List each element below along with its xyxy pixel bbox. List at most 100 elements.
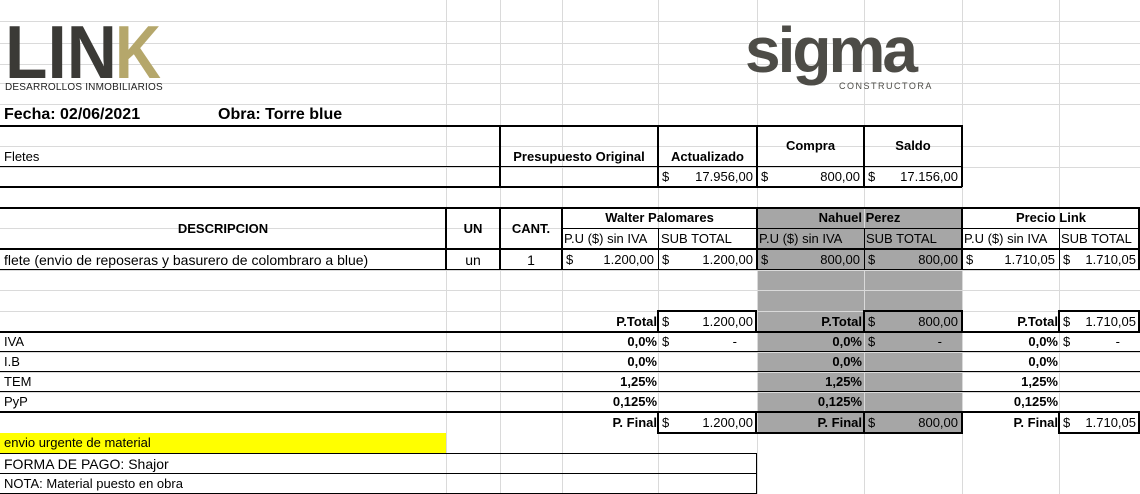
border (0, 331, 1140, 333)
border (562, 228, 1140, 229)
border (863, 411, 865, 434)
currency-symbol: $ (868, 169, 876, 184)
ib-label: I.B (4, 354, 20, 369)
nahuel-ptotal-amount: 800,00 (918, 314, 958, 329)
sigma-logo-word: sigma (745, 14, 918, 86)
nahuel-tem-rate: 1,25% (825, 374, 862, 389)
compra-value: $ 800,00 (757, 168, 864, 186)
tem-label: TEM (4, 374, 32, 389)
border (658, 229, 659, 270)
border (0, 125, 962, 127)
urgent-note: envio urgente de material (4, 435, 151, 450)
currency-symbol: $ (966, 252, 974, 267)
border (0, 351, 1140, 352)
walter-pfinal-value: $ 1.200,00 (658, 414, 757, 432)
currency-symbol: $ (662, 415, 670, 430)
border (961, 411, 963, 434)
currency-symbol: $ (868, 252, 876, 267)
saldo-header: Saldo (895, 138, 931, 153)
link-ptotal-label: P.Total (1017, 314, 1058, 329)
border (756, 453, 757, 494)
sigma-logo-subtitle: CONSTRUCTORA (839, 81, 933, 91)
link-pu-amount: 1.710,05 (1004, 252, 1055, 267)
actualizado-header: Actualizado (671, 149, 744, 164)
descripcion-header: DESCRIPCION (177, 221, 269, 236)
border (657, 310, 659, 332)
border (863, 310, 865, 332)
border (1058, 432, 1140, 434)
border (500, 166, 962, 167)
walter-pu-value: $ 1.200,00 (562, 251, 658, 269)
link-iva-rate: 0,0% (1028, 334, 1058, 349)
border (863, 125, 865, 187)
link-logo-subtitle: DESARROLLOS INMOBILIARIOS (5, 82, 163, 93)
border (0, 453, 757, 454)
nota-note: NOTA: Material puesto en obra (4, 476, 183, 491)
walter-ptotal-label: P.Total (616, 314, 657, 329)
currency-symbol: $ (662, 169, 670, 184)
currency-symbol: $ (662, 314, 670, 329)
nahuel-iva-value: $ - (864, 333, 962, 351)
cant-header: CANT. (511, 221, 551, 236)
link-pfinal-label: P. Final (1013, 415, 1058, 430)
nahuel-iva-dash: - (937, 334, 942, 349)
actualizado-value: $ 17.956,00 (658, 168, 757, 186)
nahuel-iva-rate: 0,0% (832, 334, 862, 349)
walter-ib-rate: 0,0% (627, 354, 657, 369)
walter-subtotal-amount: 1.200,00 (702, 252, 753, 267)
border (657, 310, 757, 312)
supplier-link: Precio Link (1015, 210, 1087, 225)
link-pyp-rate: 0,125% (1013, 394, 1058, 409)
walter-pfinal-amount: 1.200,00 (702, 415, 753, 430)
presupuesto-original-header: Presupuesto Original (513, 149, 645, 164)
link-ptotal-amount: 1.710,05 (1085, 314, 1136, 329)
link-pu-header: P.U ($) sin IVA (964, 231, 1048, 246)
nahuel-pu-value: $ 800,00 (757, 251, 864, 269)
nahuel-pfinal-amount: 800,00 (918, 415, 958, 430)
border (863, 310, 963, 312)
border (756, 207, 758, 270)
link-pfinal-value: $ 1.710,05 (1059, 414, 1140, 432)
grid-h (0, 43, 1140, 44)
grid-h (0, 290, 1140, 291)
currency-symbol: $ (1063, 334, 1071, 349)
currency-symbol: $ (868, 334, 876, 349)
link-logo: LIN K DESARROLLOS INMOBILIARIOS (5, 10, 165, 96)
walter-iva-rate: 0,0% (627, 334, 657, 349)
grid-h (0, 270, 1140, 271)
link-subtotal-header: SUB TOTAL (1061, 231, 1132, 246)
link-subtotal-value: $ 1.710,05 (1059, 251, 1140, 269)
compra-header: Compra (785, 138, 836, 153)
currency-symbol: $ (761, 169, 769, 184)
border (499, 125, 501, 187)
border (0, 207, 1140, 209)
nahuel-pu-amount: 800,00 (820, 252, 860, 267)
sigma-logo: sigma CONSTRUCTORA (745, 14, 935, 94)
nahuel-subtotal-value: $ 800,00 (864, 251, 962, 269)
link-iva-value: $ - (1059, 333, 1140, 351)
grid-h (0, 83, 1140, 84)
link-logo-mark: LIN K (5, 10, 161, 94)
nahuel-subtotal-amount: 800,00 (918, 252, 958, 267)
obra-label: Obra: Torre blue (218, 106, 343, 123)
link-tem-rate: 1,25% (1021, 374, 1058, 389)
currency-symbol: $ (868, 314, 876, 329)
border (756, 125, 758, 187)
border (0, 166, 500, 167)
currency-symbol: $ (1063, 415, 1071, 430)
link-ptotal-value: $ 1.710,05 (1059, 313, 1140, 331)
border (961, 207, 963, 270)
svg-text:K: K (115, 20, 161, 82)
walter-ptotal-value: $ 1.200,00 (658, 313, 757, 331)
currency-symbol: $ (1063, 314, 1071, 329)
walter-iva-dash: - (732, 334, 737, 349)
walter-ptotal-amount: 1.200,00 (702, 314, 753, 329)
saldo-value: $ 17.156,00 (864, 168, 962, 186)
currency-symbol: $ (1063, 252, 1071, 267)
walter-subtotal-value: $ 1.200,00 (658, 251, 757, 269)
pyp-label: PyP (4, 394, 28, 409)
link-subtotal-amount: 1.710,05 (1085, 252, 1136, 267)
saldo-amount: 17.156,00 (900, 169, 958, 184)
row-cant: 1 (527, 252, 535, 268)
grid-h (0, 64, 1140, 65)
